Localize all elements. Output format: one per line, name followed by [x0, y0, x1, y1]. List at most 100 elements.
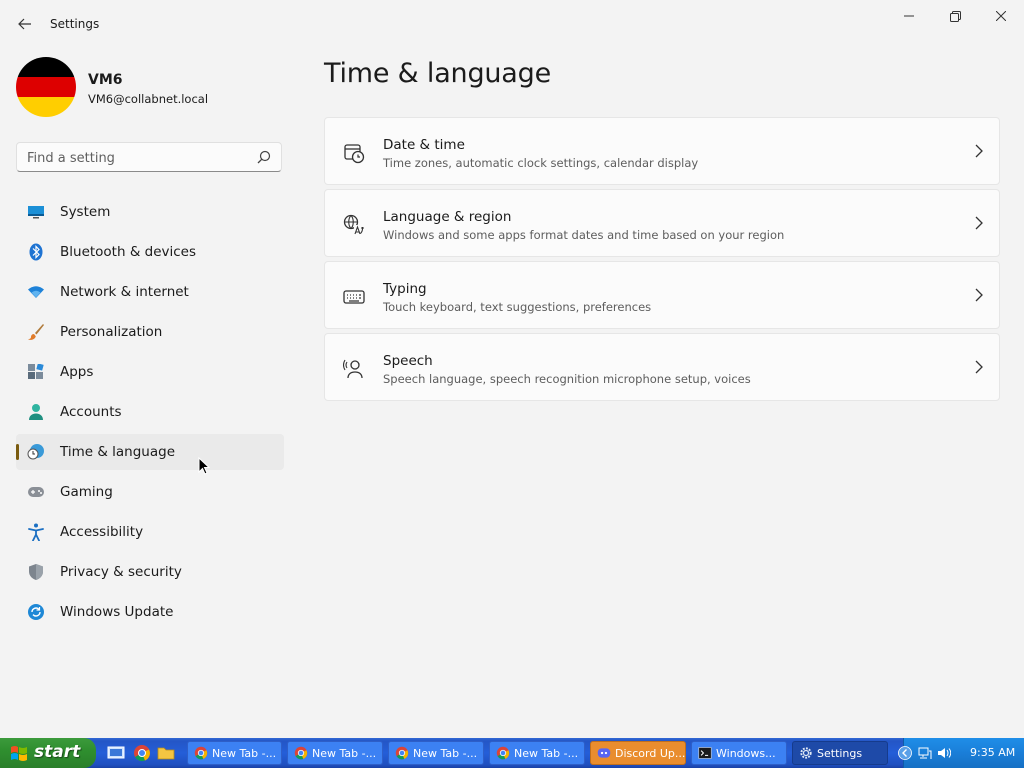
card-speech[interactable]: Speech Speech language, speech recogniti…: [324, 333, 1000, 401]
sidebar-item-personalization[interactable]: Personalization: [16, 314, 284, 350]
taskbar-button-label: Settings: [817, 747, 863, 760]
sidebar-item-label: Gaming: [60, 484, 113, 500]
sidebar-item-system[interactable]: System: [16, 194, 284, 230]
terminal-icon: [698, 747, 712, 759]
gear-icon: [800, 747, 812, 759]
card-title: Language & region: [383, 209, 512, 225]
quicklaunch-chrome-icon[interactable]: [133, 744, 151, 762]
taskbar-button-label: Discord Up...: [615, 747, 686, 760]
calendar-clock-icon: [343, 142, 365, 164]
close-icon: [996, 11, 1006, 21]
title-bar: Settings: [0, 0, 1024, 46]
card-title: Date & time: [383, 137, 465, 153]
card-date-time[interactable]: Date & time Time zones, automatic clock …: [324, 117, 1000, 185]
volume-tray-icon[interactable]: [937, 746, 951, 760]
mouse-cursor-icon: [198, 457, 210, 475]
taskbar-button-label: New Tab -...: [212, 747, 277, 760]
chrome-icon: [496, 746, 510, 760]
restore-icon: [949, 10, 961, 22]
chrome-icon: [194, 746, 208, 760]
taskbar-button-discord[interactable]: Discord Up...: [590, 741, 686, 765]
back-button[interactable]: [12, 11, 38, 37]
sidebar-item-gaming[interactable]: Gaming: [16, 474, 284, 510]
network-tray-icon[interactable]: [918, 746, 932, 760]
taskbar: start New Tab -... New Tab -... New Tab …: [0, 738, 1024, 768]
search-box: [16, 142, 282, 173]
quicklaunch-desktop-icon[interactable]: [107, 744, 125, 762]
display-icon: [27, 203, 45, 221]
app-title: Settings: [50, 17, 100, 31]
avatar-stripe-black: [16, 57, 76, 77]
wifi-icon: [27, 283, 45, 301]
card-description: Time zones, automatic clock settings, ca…: [383, 156, 699, 170]
card-description: Speech language, speech recognition micr…: [383, 372, 751, 386]
sidebar-item-time-language[interactable]: Time & language: [16, 434, 284, 470]
search-icon[interactable]: [257, 150, 271, 164]
taskbar-button-label: New Tab -...: [413, 747, 478, 760]
taskbar-button-chrome-4[interactable]: New Tab -...: [489, 741, 585, 765]
taskbar-button-terminal[interactable]: Windows...: [691, 741, 787, 765]
avatar[interactable]: [16, 57, 76, 117]
taskbar-button-chrome-2[interactable]: New Tab -...: [287, 741, 383, 765]
apps-icon: [27, 363, 45, 381]
system-tray: 9:35 AM: [898, 738, 1024, 768]
update-icon: [27, 603, 45, 621]
page-title: Time & language: [324, 58, 552, 89]
card-typing[interactable]: Typing Touch keyboard, text suggestions,…: [324, 261, 1000, 329]
taskbar-button-settings[interactable]: Settings: [792, 741, 888, 765]
shield-icon: [27, 563, 45, 581]
language-icon: [343, 214, 365, 236]
taskbar-button-label: Windows...: [716, 747, 776, 760]
clock[interactable]: 9:35 AM: [970, 746, 1015, 759]
start-button[interactable]: start: [0, 738, 96, 768]
sidebar-item-windows-update[interactable]: Windows Update: [16, 594, 284, 630]
avatar-stripe-gold: [16, 97, 76, 117]
maximize-button[interactable]: [932, 0, 978, 32]
brush-icon: [27, 323, 45, 341]
sidebar-item-accessibility[interactable]: Accessibility: [16, 514, 284, 550]
chevron-right-icon: [975, 216, 983, 230]
sidebar-item-apps[interactable]: Apps: [16, 354, 284, 390]
card-description: Windows and some apps format dates and t…: [383, 228, 785, 242]
arrow-left-icon: [18, 18, 31, 30]
sidebar-item-label: System: [60, 204, 111, 220]
sidebar-item-network[interactable]: Network & internet: [16, 274, 284, 310]
bluetooth-icon: [27, 243, 45, 261]
sidebar-item-privacy[interactable]: Privacy & security: [16, 554, 284, 590]
taskbar-button-label: New Tab -...: [514, 747, 579, 760]
close-button[interactable]: [978, 0, 1024, 32]
card-title: Speech: [383, 353, 433, 369]
sidebar-item-label: Bluetooth & devices: [60, 244, 197, 260]
sidebar-item-bluetooth[interactable]: Bluetooth & devices: [16, 234, 284, 270]
sidebar-item-label: Personalization: [60, 324, 163, 340]
quicklaunch-folder-icon[interactable]: [157, 744, 175, 762]
search-input[interactable]: [17, 143, 259, 173]
start-label: start: [34, 742, 81, 762]
avatar-stripe-red: [16, 77, 76, 97]
account-email: VM6@collabnet.local: [88, 92, 209, 106]
sidebar-item-label: Accounts: [60, 404, 122, 420]
sidebar-item-accounts[interactable]: Accounts: [16, 394, 284, 430]
chevron-right-icon: [975, 288, 983, 302]
taskbar-button-chrome-1[interactable]: New Tab -...: [187, 741, 282, 765]
chevron-right-icon: [975, 360, 983, 374]
discord-icon: [597, 748, 611, 758]
card-language-region[interactable]: Language & region Windows and some apps …: [324, 189, 1000, 257]
chevron-right-icon: [975, 144, 983, 158]
card-description: Touch keyboard, text suggestions, prefer…: [383, 300, 652, 314]
sidebar-item-label: Time & language: [60, 444, 176, 460]
speech-icon: [343, 358, 365, 380]
card-title: Typing: [383, 281, 427, 297]
taskbar-button-label: New Tab -...: [312, 747, 377, 760]
minimize-button[interactable]: [886, 0, 932, 32]
tray-expand-chevron-icon[interactable]: [898, 746, 912, 760]
settings-card-list: Date & time Time zones, automatic clock …: [324, 117, 1000, 405]
windows-logo-icon: [11, 746, 27, 761]
gamepad-icon: [27, 483, 45, 501]
account-name: VM6: [88, 72, 123, 88]
keyboard-icon: [343, 286, 365, 308]
sidebar-nav: System Bluetooth & devices Network & int…: [16, 194, 284, 634]
sidebar-item-label: Network & internet: [60, 284, 189, 300]
accessibility-icon: [27, 523, 45, 541]
taskbar-button-chrome-3[interactable]: New Tab -...: [388, 741, 484, 765]
